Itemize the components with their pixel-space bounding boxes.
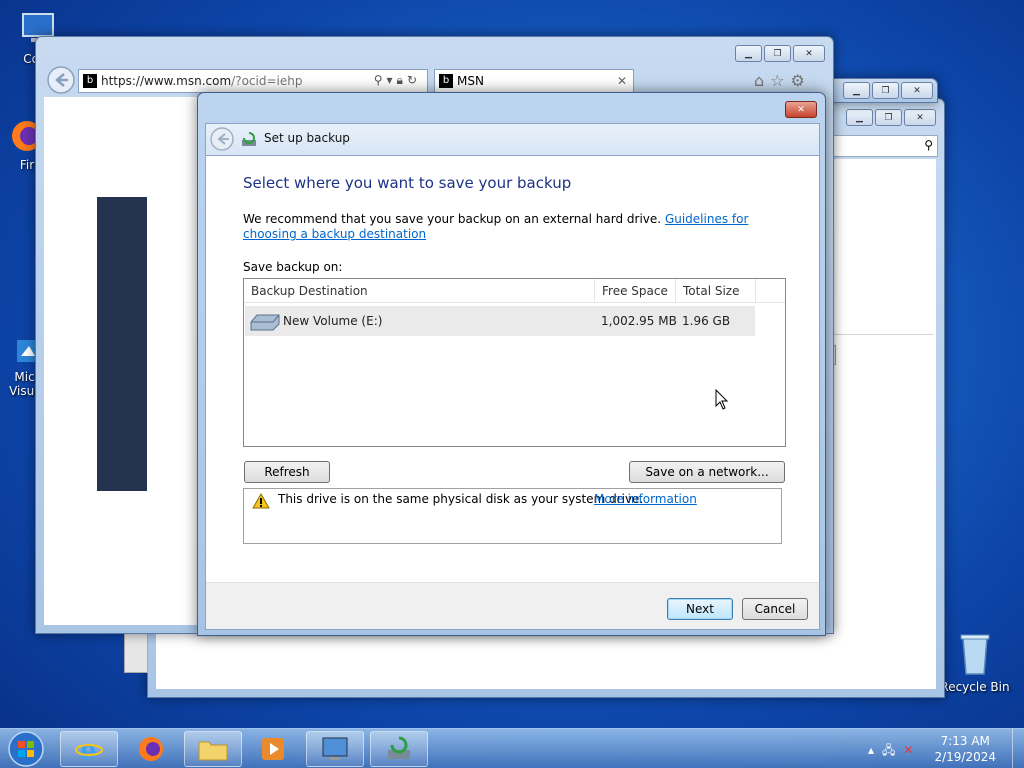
recommend-text: We recommend that you save your backup o… [243,212,662,226]
system-tray: ▴🖧︎✕ [868,741,921,762]
back-arrow-icon [210,127,234,151]
favorites-star-icon[interactable]: ☆ [770,71,790,90]
bing-icon: b [83,74,97,88]
search-icon[interactable]: ⚲ [374,73,387,87]
recommend-paragraph: We recommend that you save your backup o… [243,212,788,242]
internet-explorer-icon: e [75,736,103,764]
browser-tab-msn[interactable]: b MSN ✕ [434,69,634,93]
dialog-title: Set up backup [264,131,350,145]
row-total-size: 1.96 GB [682,314,731,328]
address-bar[interactable]: b https://www.msn.com/?ocid=iehp ⚲▾🔒︎↻ [78,69,428,93]
dialog-header: Set up backup [205,123,820,155]
close-button[interactable]: ✕ [904,109,936,126]
refresh-button[interactable]: Refresh [244,461,330,483]
show-desktop-button[interactable] [1012,729,1024,768]
tab-close-icon[interactable]: ✕ [617,74,627,88]
search-box[interactable]: ⚲ [825,135,938,157]
window-caption-buttons: ▁ ❐ ✕ [843,82,933,99]
dropdown-icon[interactable]: ▾ [387,73,397,87]
network-icon[interactable]: 🖧︎ [882,743,903,757]
taskbar-firefox-button[interactable] [122,731,180,767]
page-heading: Select where you want to save your backu… [243,174,572,192]
backup-restore-icon [388,736,410,759]
refresh-icon[interactable]: ↻ [407,73,421,87]
save-on-network-button[interactable]: Save on a network... [629,461,785,483]
media-player-icon [262,738,284,760]
mouse-cursor-icon [715,389,729,410]
volume-muted-icon[interactable]: ✕ [903,743,921,757]
close-button[interactable]: ✕ [793,45,825,62]
warning-info-box: This drive is on the same physical disk … [243,488,782,544]
bing-icon: b [439,74,453,88]
window-caption-buttons: ▁ ❐ ✕ [735,45,825,62]
taskbar-backup-button[interactable] [370,731,428,767]
minimize-button[interactable]: ▁ [843,82,870,99]
column-header-free-space[interactable]: Free Space [595,279,676,303]
column-header-total-size[interactable]: Total Size [676,279,756,303]
clock-time: 7:13 AM [940,734,990,748]
close-button[interactable]: ✕ [901,82,933,99]
save-on-label: Save backup on: [243,260,343,274]
address-bar-actions: ⚲▾🔒︎↻ [374,73,421,88]
drive-icon [250,314,280,331]
home-icon[interactable]: ⌂ [754,71,770,90]
row-free-space: 1,002.95 MB [601,314,677,328]
row-destination: New Volume (E:) [283,314,383,328]
background-window-2[interactable]: ▁ ❐ ✕ [818,78,938,103]
taskbar-media-player-button[interactable] [244,731,302,767]
svg-text:e: e [80,736,97,764]
search-icon: ⚲ [924,138,933,152]
windows-start-icon [8,731,44,767]
taskbar-explorer-button[interactable] [184,731,242,767]
firefox-icon [139,737,163,761]
page-dark-panel [97,197,147,491]
taskbar: e ▴🖧︎✕ 7:13 AM 2/19/2024 [0,728,1024,768]
list-header: Backup Destination Free Space Total Size [244,279,785,303]
more-information-link[interactable]: More information [594,492,697,506]
ie-toolbar-icons: ⌂☆⚙ [754,71,811,90]
show-hidden-icons-chevron[interactable]: ▴ [868,743,882,757]
control-panel-icon [322,737,348,760]
restore-button[interactable]: ❐ [764,45,791,62]
settings-gear-icon[interactable]: ⚙ [791,71,811,90]
start-button[interactable] [6,730,46,768]
folder-icon [198,741,228,761]
lock-icon: 🔒︎ [396,73,407,87]
minimize-button[interactable]: ▁ [846,109,873,126]
ie-back-button[interactable] [46,65,76,95]
desktop-icon-label: Fir [19,158,35,172]
desktop-icon-recycle-bin[interactable]: Recycle Bin [940,630,1010,694]
tab-label: MSN [457,74,484,88]
recycle-bin-icon [960,634,990,675]
desktop-icon-label: Recycle Bin [940,680,1010,694]
warning-text: This drive is on the same physical disk … [278,492,644,506]
backup-icon [242,132,256,146]
next-button[interactable]: Next [667,598,733,620]
column-header-destination[interactable]: Backup Destination [244,279,595,303]
warning-icon [252,493,270,509]
restore-button[interactable]: ❐ [872,82,899,99]
list-row-new-volume[interactable]: New Volume (E:) 1,002.95 MB 1.96 GB [245,306,755,336]
address-url-main: https://www.msn.com [101,74,232,88]
dialog-back-button[interactable] [209,126,235,152]
window-caption-buttons: ▁ ❐ ✕ [846,109,936,126]
restore-button[interactable]: ❐ [875,109,902,126]
clock[interactable]: 7:13 AM 2/19/2024 [934,733,996,765]
address-url-path: /?ocid=iehp [231,74,303,88]
backup-destination-list[interactable]: Backup Destination Free Space Total Size… [243,278,786,447]
taskbar-ie-button[interactable]: e [60,731,118,767]
cancel-button[interactable]: Cancel [742,598,808,620]
dialog-close-button[interactable]: ✕ [785,101,817,118]
taskbar-control-panel-button[interactable] [306,731,364,767]
minimize-button[interactable]: ▁ [735,45,762,62]
clock-date: 2/19/2024 [934,750,996,764]
back-arrow-icon [47,66,75,94]
